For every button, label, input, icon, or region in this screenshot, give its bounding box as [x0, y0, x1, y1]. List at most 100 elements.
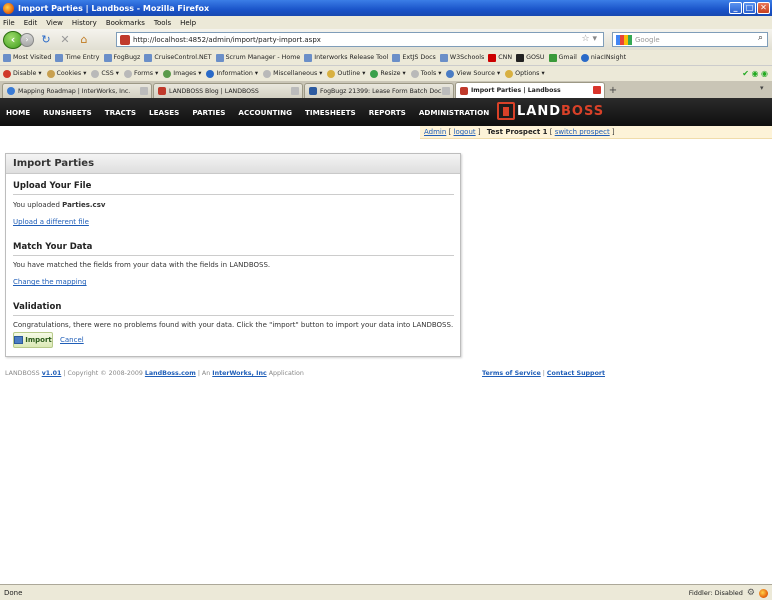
dev-menu-item[interactable]: Disable ▾: [3, 69, 42, 78]
tab-list-icon[interactable]: ▾: [760, 84, 770, 96]
search-input[interactable]: Google ⌕: [612, 32, 768, 47]
contact-support-link[interactable]: Contact Support: [547, 370, 605, 377]
firefox-icon: [3, 2, 14, 14]
terms-of-service-link[interactable]: Terms of Service: [482, 370, 541, 377]
tab-close-icon[interactable]: [593, 86, 601, 94]
dev-menu-item[interactable]: Options ▾: [505, 69, 545, 78]
google-icon[interactable]: [616, 35, 632, 45]
url-bar[interactable]: http://localhost:4852/admin/import/party…: [116, 32, 604, 47]
nav-parties[interactable]: PARTIES: [192, 108, 225, 117]
bookmark-item[interactable]: W3Schools: [439, 53, 484, 62]
bookmark-item[interactable]: CNN: [488, 53, 512, 62]
nav-administration[interactable]: ADMINISTRATION: [419, 108, 489, 117]
nav-runsheets[interactable]: RUNSHEETS: [43, 108, 91, 117]
bookmark-item[interactable]: Interworks Release Tool: [304, 53, 388, 62]
bookmark-item[interactable]: Most Visited: [3, 53, 51, 62]
menu-history[interactable]: History: [72, 19, 97, 27]
status-text: Done: [4, 588, 23, 597]
bookmark-icon: [3, 53, 11, 62]
tab-favicon-icon: [7, 87, 15, 95]
menu-view[interactable]: View: [46, 19, 63, 27]
upload-heading: Upload Your File: [13, 181, 454, 195]
window-titlebar: Import Parties | Landboss - Mozilla Fire…: [0, 0, 772, 16]
tab-favicon-icon: [309, 87, 317, 95]
images-icon: [163, 69, 172, 78]
bookmark-item[interactable]: Scrum Manager - Home: [215, 53, 300, 62]
bookmark-icon: [392, 53, 401, 62]
upload-different-file-link[interactable]: Upload a different file: [13, 218, 89, 226]
view-source-icon: [446, 69, 455, 78]
change-mapping-link[interactable]: Change the mapping: [13, 278, 87, 286]
dev-menu-item[interactable]: Images ▾: [163, 69, 201, 78]
tab-close-icon[interactable]: [291, 87, 299, 95]
nav-accounting[interactable]: ACCOUNTING: [238, 108, 292, 117]
logout-link[interactable]: logout: [454, 128, 476, 136]
cookie-icon: [46, 69, 55, 78]
bookmark-item[interactable]: ExtJS Docs: [392, 53, 436, 62]
new-tab-button[interactable]: +: [606, 85, 620, 98]
tab-fogbugz[interactable]: FogBugz 21399: Lease Form Batch Doc...: [304, 83, 454, 98]
dev-menu-item[interactable]: Information ▾: [206, 69, 258, 78]
wrench-icon[interactable]: ⚙: [747, 588, 755, 598]
bookmark-item[interactable]: FogBugz: [103, 53, 140, 62]
switch-prospect-link[interactable]: switch prospect: [555, 128, 610, 136]
stop-icon[interactable]: ✕: [58, 33, 72, 47]
maximize-button[interactable]: □: [743, 2, 756, 14]
menu-tools[interactable]: Tools: [154, 19, 171, 27]
import-button[interactable]: Import: [13, 332, 53, 348]
menu-edit[interactable]: Edit: [24, 19, 38, 27]
fiddler-status[interactable]: Fiddler: Disabled: [689, 589, 743, 597]
menu-help[interactable]: Help: [180, 19, 196, 27]
close-button[interactable]: ✕: [757, 2, 770, 14]
reload-icon[interactable]: ↻: [39, 33, 53, 47]
bookmark-item[interactable]: niacINsight: [580, 53, 626, 62]
version-link[interactable]: v1.01: [42, 370, 62, 377]
dev-menu-item[interactable]: Resize ▾: [370, 69, 406, 78]
tab-landboss-blog[interactable]: LANDBOSS Blog | LANDBOSS: [153, 83, 303, 98]
menu-bookmarks[interactable]: Bookmarks: [106, 19, 145, 27]
landboss-logo[interactable]: LANDBOSS: [497, 102, 604, 120]
tab-import-parties[interactable]: Import Parties | Landboss: [455, 82, 605, 98]
admin-link[interactable]: Admin: [424, 128, 446, 136]
nav-tracts[interactable]: TRACTS: [105, 108, 136, 117]
landboss-site-link[interactable]: LandBoss.com: [145, 370, 196, 377]
nav-timesheets[interactable]: TIMESHEETS: [305, 108, 356, 117]
match-text: You have matched the fields from your da…: [13, 261, 271, 269]
bookmark-star-icon[interactable]: ☆ ▾: [582, 34, 597, 44]
nav-reports[interactable]: REPORTS: [369, 108, 406, 117]
dev-menu-item[interactable]: Forms ▾: [123, 69, 158, 78]
dev-menu-item[interactable]: Tools ▾: [410, 69, 441, 78]
dev-menu-item[interactable]: Cookies ▾: [46, 69, 86, 78]
minimize-button[interactable]: _: [729, 2, 742, 14]
nav-leases[interactable]: LEASES: [149, 108, 179, 117]
forward-button[interactable]: ›: [20, 32, 34, 47]
firefox-status-icon[interactable]: [759, 588, 768, 598]
navigation-toolbar: ‹ › ↻ ✕ ⌂ http://localhost:4852/admin/im…: [0, 29, 772, 50]
validation-status-icons[interactable]: ✔ ◉ ◉: [742, 69, 768, 78]
dev-menu-item[interactable]: View Source ▾: [446, 69, 500, 78]
bookmark-item[interactable]: GOSU: [516, 53, 545, 62]
tab-close-icon[interactable]: [442, 87, 450, 95]
forms-icon: [123, 69, 132, 78]
options-icon: [505, 69, 514, 78]
tab-mapping-roadmap[interactable]: Mapping Roadmap | InterWorks, Inc.: [2, 83, 152, 98]
menu-bar: File Edit View History Bookmarks Tools H…: [0, 16, 772, 29]
bookmark-icon: [580, 53, 589, 62]
search-icon[interactable]: ⌕: [758, 33, 763, 43]
nav-home[interactable]: HOME: [6, 108, 30, 117]
dev-menu-item[interactable]: Outline ▾: [327, 69, 365, 78]
menu-file[interactable]: File: [3, 19, 15, 27]
cancel-link[interactable]: Cancel: [60, 336, 84, 344]
interworks-link[interactable]: InterWorks, Inc: [212, 370, 266, 377]
miscellaneous-icon: [263, 69, 272, 78]
dev-menu-item[interactable]: CSS ▾: [91, 69, 119, 78]
footer-left: LANDBOSS v1.01 | Copyright © 2008-2009 L…: [5, 370, 304, 377]
dev-menu-item[interactable]: Miscellaneous ▾: [263, 69, 322, 78]
search-placeholder: Google: [635, 35, 660, 44]
home-icon[interactable]: ⌂: [77, 33, 91, 47]
bookmark-item[interactable]: Gmail: [548, 53, 577, 62]
bookmark-item[interactable]: CruiseControl.NET: [144, 53, 212, 62]
tab-favicon-icon: [460, 86, 468, 95]
bookmark-item[interactable]: Time Entry: [55, 53, 100, 62]
tab-close-icon[interactable]: [140, 87, 148, 95]
